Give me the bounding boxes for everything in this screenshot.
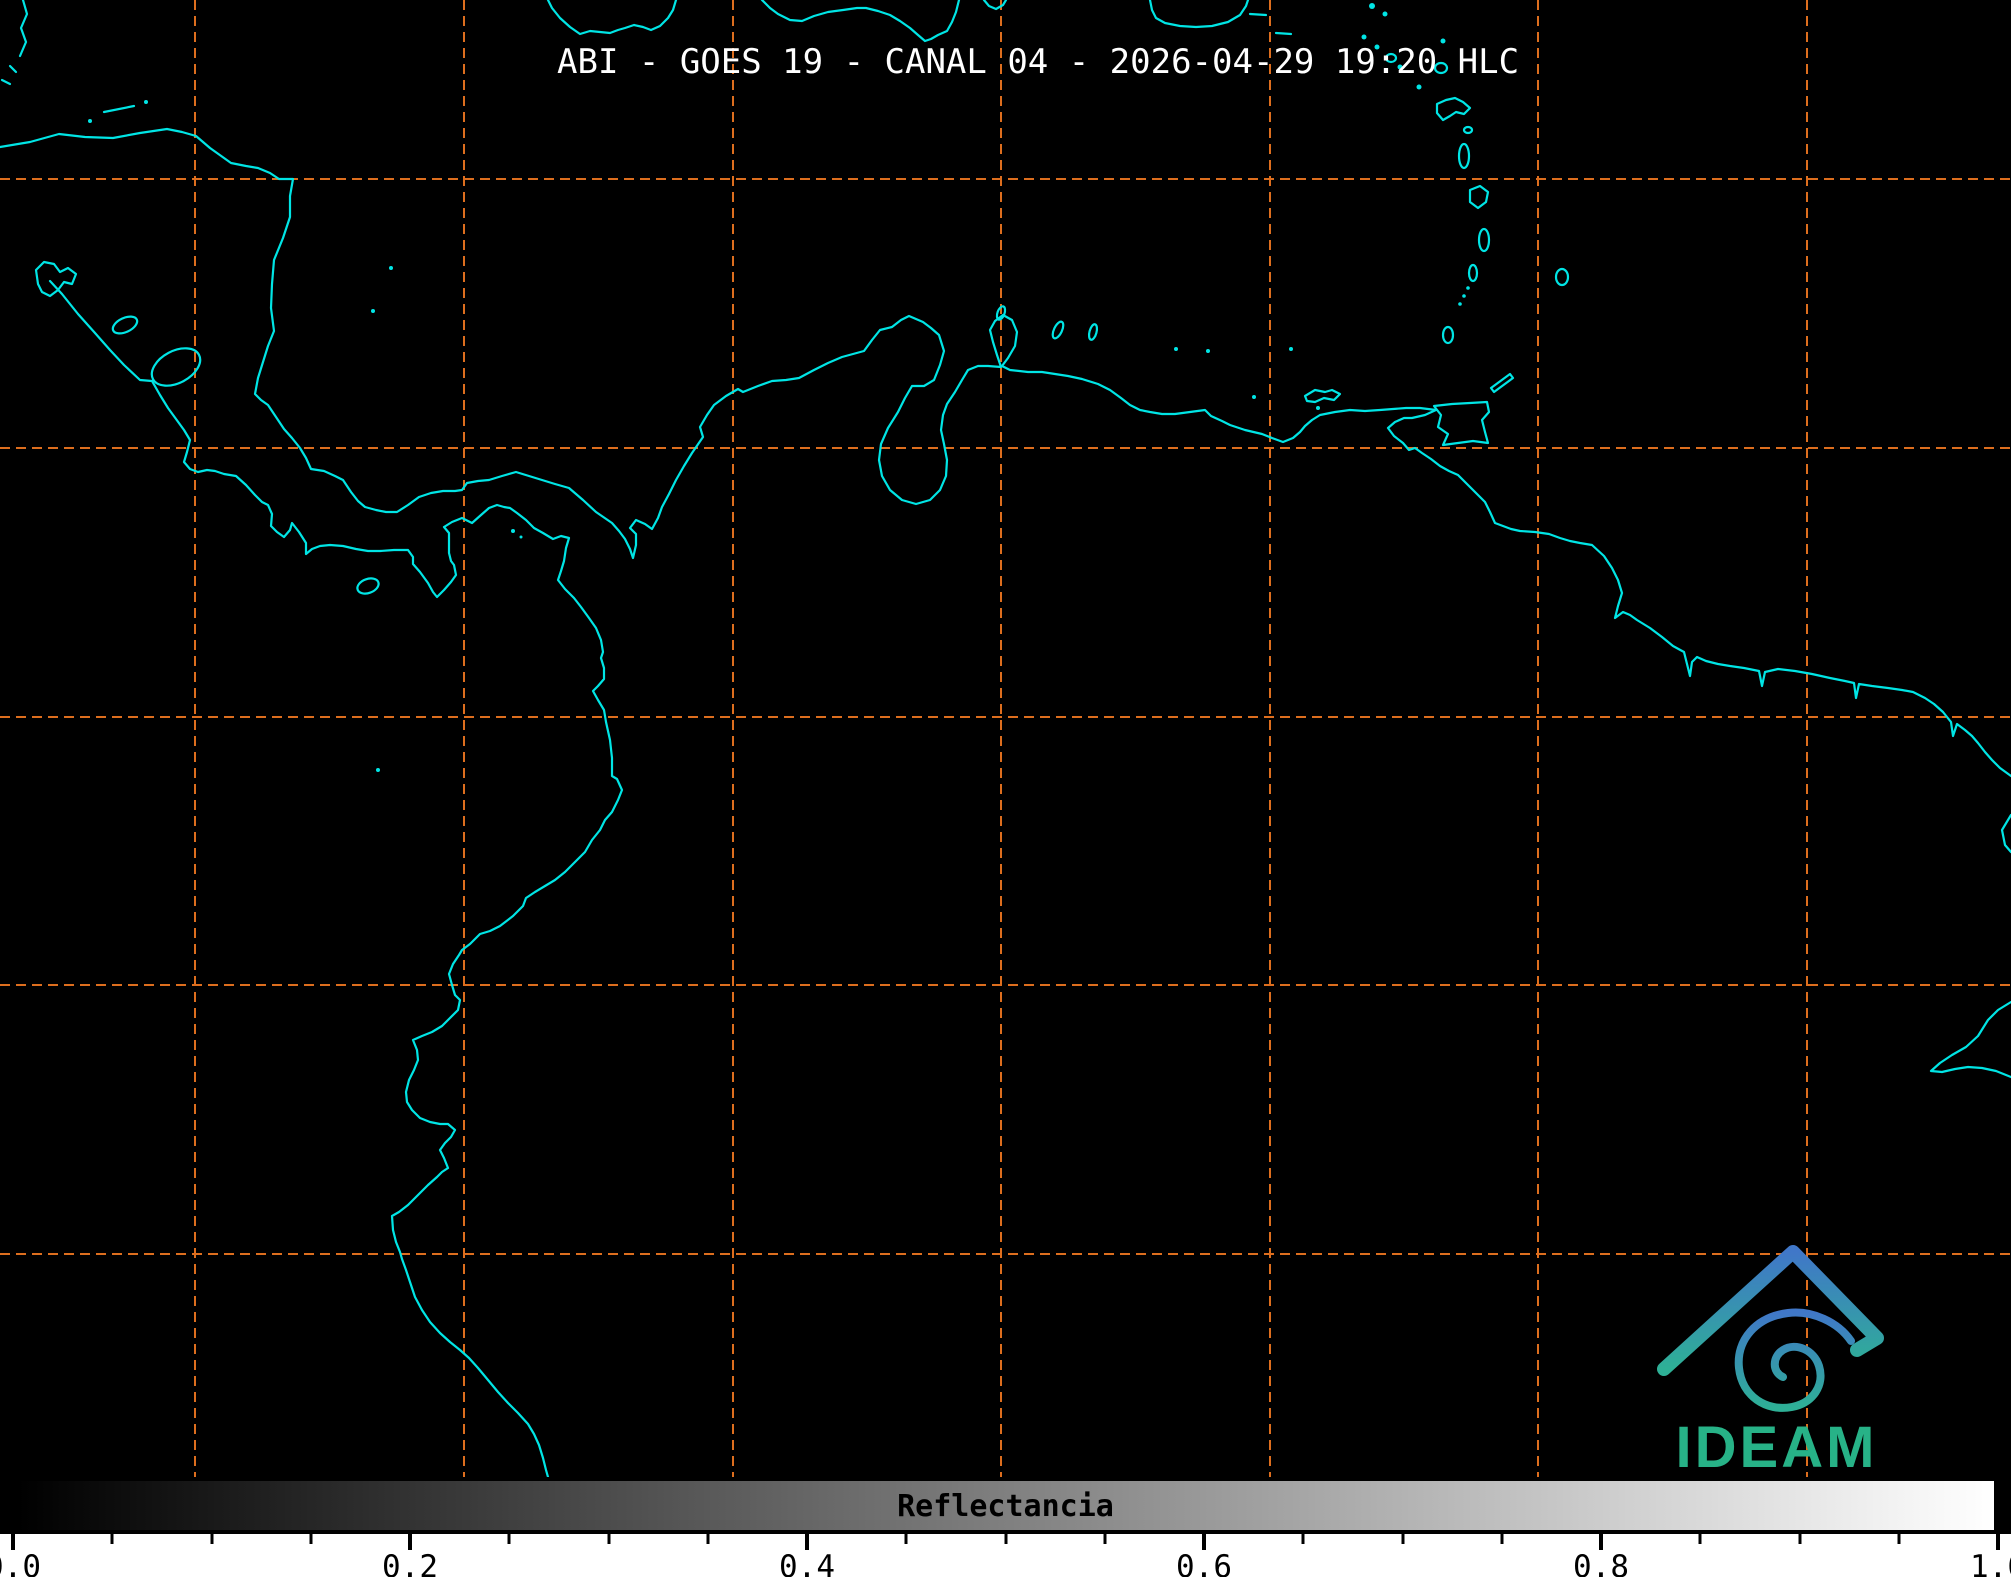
colorbar-tick-mark	[904, 1534, 908, 1544]
island-bonaire	[1087, 323, 1099, 341]
island-st-barth	[1382, 11, 1388, 17]
colorbar-tick-mark	[1004, 1534, 1007, 1544]
colorbar-tick-mark	[1202, 1534, 1206, 1550]
colorbar-tick-mark	[110, 1534, 114, 1544]
reflectance-colorbar: Reflectancia	[13, 1477, 1998, 1534]
coastline-jamaica	[546, 0, 678, 36]
colorbar-tick-mark	[1996, 1534, 2000, 1550]
colorbar-tick-mark	[1401, 1534, 1404, 1544]
colorbar-tick-mark	[1698, 1534, 1702, 1544]
colorbar-tick-mark	[210, 1534, 213, 1544]
gulf-of-fonseca	[34, 260, 78, 298]
colorbar-tick-mark	[706, 1534, 710, 1544]
colorbar-tick-mark	[1599, 1534, 1603, 1550]
island-barbados	[1554, 267, 1570, 287]
ideam-roof-icon	[1657, 1245, 1884, 1376]
coastline-amapa	[1929, 1000, 2011, 1079]
coastlines	[0, 0, 2011, 1477]
island-coiba	[356, 577, 380, 595]
island-tortuga	[1252, 395, 1256, 399]
island-st-vincent	[1467, 263, 1479, 283]
island-saba	[1361, 34, 1367, 40]
colorbar-tick-label: 0.4	[779, 1549, 835, 1577]
colorbar-tick-label: 0.2	[382, 1549, 438, 1577]
island-coche	[1316, 406, 1320, 410]
colorbar-tick-mark	[805, 1534, 809, 1550]
island-blanquilla	[1289, 347, 1293, 351]
island-grenada	[1441, 325, 1455, 345]
colorbar-tick-label: 1.0	[1970, 1549, 2011, 1577]
colorbar-tick-mark	[408, 1534, 412, 1550]
coastline-belize-fragment	[18, 0, 29, 58]
colorbar-label: Reflectancia	[897, 1489, 1114, 1524]
colorbar-tick-label: 0.0	[0, 1549, 41, 1577]
colorbar-tick-mark	[1103, 1534, 1107, 1544]
island-guadeloupe	[1435, 96, 1472, 122]
lake-managua	[111, 315, 139, 335]
coastline-hispaniola-east	[982, 0, 1008, 11]
satellite-map	[0, 0, 2011, 1477]
colorbar-tick-mark	[1500, 1534, 1504, 1544]
island-martinique	[1468, 184, 1490, 210]
island-pearl-2	[519, 535, 523, 539]
island-grenadines-3	[1458, 302, 1462, 306]
island-providencia	[389, 266, 393, 270]
island-grenadines-1	[1466, 286, 1470, 290]
image-title: ABI - GOES 19 - CANAL 04 - 2026-04-29 19…	[557, 42, 1520, 82]
island-orchila	[1206, 349, 1210, 353]
island-trinidad	[1432, 400, 1491, 447]
island-vieques	[1248, 12, 1268, 17]
island-dominica	[1457, 142, 1471, 170]
island-pearl-1	[511, 529, 515, 533]
colorbar-tick-mark	[607, 1534, 610, 1544]
island-st-lucia	[1477, 227, 1491, 253]
colorbar-tick-mark	[11, 1534, 15, 1550]
coastline-belize-fragment-3	[0, 78, 12, 86]
island-montserrat	[1416, 84, 1422, 90]
coastline-pacific	[48, 279, 624, 1477]
island-los-roques	[1174, 347, 1178, 351]
coastline-puerto-rico	[1148, 0, 1250, 29]
ideam-logo-text: IDEAM	[1675, 1415, 1878, 1480]
colorbar-tick-row: 0.0 0.2 0.4 0.6 0.8 1.0	[0, 1534, 2011, 1577]
colorbar-tick-mark	[309, 1534, 313, 1544]
colorbar-tick-mark	[1798, 1534, 1801, 1544]
coastline-caribbean-south-america	[0, 127, 2011, 778]
island-st-martin	[1369, 3, 1375, 9]
island-san-andres	[371, 309, 375, 313]
colorbar-tick-mark	[507, 1534, 511, 1544]
island-malpelo	[376, 768, 380, 772]
island-roatan	[102, 104, 136, 114]
colorbar-tick-label: 0.6	[1176, 1549, 1232, 1577]
coastline-right-edge-fragment	[2000, 813, 2011, 854]
ideam-swirl-icon	[1734, 1308, 1855, 1412]
colorbar-tick-mark	[1897, 1534, 1901, 1544]
island-marie-galante	[1462, 125, 1474, 135]
coastline-belize-fragment-2	[8, 64, 18, 74]
island-tobago	[1489, 372, 1515, 394]
island-utila	[88, 119, 92, 123]
colorbar-tick-label: 0.8	[1573, 1549, 1629, 1577]
ideam-logo-mark	[1657, 1245, 1884, 1412]
island-grenadines-2	[1462, 294, 1466, 298]
colorbar-tick-mark	[1301, 1534, 1305, 1544]
coastline-hispaniola	[760, 0, 961, 43]
island-st-croix	[1274, 31, 1293, 36]
graticule-grid	[0, 0, 2011, 1477]
island-curacao	[1051, 320, 1065, 340]
island-guanaja	[144, 100, 148, 104]
island-margarita	[1303, 388, 1342, 404]
satellite-image-viewer: ABI - GOES 19 - CANAL 04 - 2026-04-29 19…	[0, 0, 2011, 1577]
